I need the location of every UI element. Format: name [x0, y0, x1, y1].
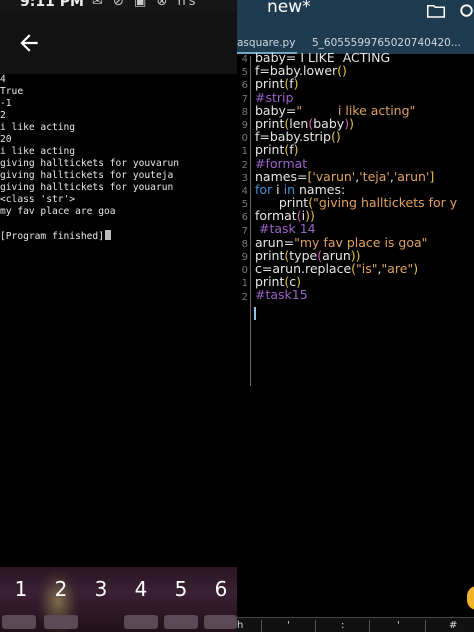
output-console-panel: 9:11 PM ✉ ⊘ ▣ ⊗ ns 4 True -1 2 i like acting…	[0, 0, 237, 632]
app-bar	[0, 12, 237, 74]
line-number: 9	[241, 120, 248, 131]
console-output: 4 True -1 2 i like acting 20 i like acting givi…	[0, 74, 237, 242]
code-line: #task15	[255, 288, 457, 301]
divider	[369, 620, 370, 632]
key-pad[interactable]	[164, 615, 198, 629]
console-line: 20	[0, 134, 12, 145]
number-key-bar: 1 2 3 4 5 6	[0, 567, 237, 632]
key-pad[interactable]	[44, 615, 78, 629]
key-3[interactable]: 3	[86, 577, 116, 601]
line-number: 2	[241, 291, 248, 303]
code-text[interactable]: baby= I LIKE ACTING f=baby.lower() print(f…	[255, 51, 458, 302]
line-number: 2	[241, 159, 248, 171]
tab-file2[interactable]: 5_6055599765020740420...	[312, 37, 461, 49]
code-token: ]	[429, 168, 435, 184]
search-icon[interactable]	[459, 3, 474, 21]
divider	[261, 620, 262, 632]
key-pad[interactable]	[2, 615, 36, 629]
extra-key[interactable]: #	[449, 620, 457, 631]
code-token: ()	[337, 63, 347, 79]
line-number: 8	[241, 238, 248, 250]
extra-key[interactable]: '	[397, 620, 400, 631]
tab-asquare[interactable]: asquare.py	[237, 37, 295, 49]
key-1[interactable]: 1	[6, 577, 36, 601]
line-number: 8	[241, 106, 248, 118]
code-token: "are"	[381, 261, 414, 276]
back-arrow-icon[interactable]	[16, 30, 42, 56]
console-line: giving halltickets for youteja	[0, 170, 174, 181]
console-line: [Program finished]	[0, 230, 237, 242]
console-line: i like acting	[0, 122, 76, 133]
key-6[interactable]: 6	[206, 577, 236, 601]
console-line: giving halltickets for youvarun	[0, 158, 180, 169]
line-number: 4	[241, 54, 248, 65]
console-line: i like acting	[0, 146, 76, 157]
code-token: ()	[330, 129, 341, 145]
extra-keys-bar: h ' : ' #	[237, 617, 474, 632]
status-time: 9:11 PM	[20, 0, 84, 10]
console-line: giving halltickets for youarun	[0, 182, 174, 193]
code-token: "giving halltickets for y	[313, 195, 458, 211]
console-line: <class 'str'>	[0, 194, 76, 205]
file-title: new*	[267, 0, 311, 17]
text-caret	[254, 307, 256, 320]
status-bar: 9:11 PM ✉ ⊘ ▣ ⊗ ns	[0, 0, 237, 12]
line-number: 6	[241, 80, 248, 92]
code-token: )	[293, 76, 299, 92]
line-number: 6	[241, 212, 248, 224]
code-token: 'teja'	[359, 168, 390, 184]
key-2[interactable]: 2	[46, 577, 76, 601]
line-number-gutter: 4567890123456789012	[237, 54, 251, 386]
key-pad[interactable]	[204, 615, 237, 629]
line-number: 1	[241, 278, 248, 290]
line-number: 7	[241, 225, 248, 237]
code-editor-panel: new* asquare.py 5_6055599765020740420...…	[237, 0, 474, 632]
floating-action-button[interactable]	[467, 586, 474, 610]
console-line: my fav place are goa	[0, 206, 116, 217]
code-editor[interactable]: 4567890123456789012 baby= I LIKE ACTING f…	[237, 51, 474, 596]
line-number: 9	[241, 252, 248, 263]
folder-icon[interactable]	[427, 4, 445, 18]
key-4[interactable]: 4	[126, 577, 156, 601]
terminal-cursor	[104, 230, 111, 240]
code-token: #task15	[255, 287, 308, 303]
console-line: 2	[0, 110, 6, 121]
divider	[315, 620, 316, 632]
console-line: True	[0, 86, 24, 97]
console-line: -1	[0, 98, 12, 109]
key-pad[interactable]	[124, 615, 158, 629]
key-5[interactable]: 5	[166, 577, 196, 601]
line-number: 0	[241, 265, 248, 277]
line-number: 1	[241, 146, 248, 158]
code-token: 'arun'	[393, 168, 430, 184]
line-number: 4	[241, 186, 248, 197]
status-icons: ✉ ⊘ ▣ ⊗ ns	[92, 0, 199, 9]
extra-key[interactable]: '	[287, 620, 290, 631]
line-number: 0	[241, 133, 248, 145]
line-number: 7	[241, 93, 248, 105]
code-token: )	[413, 261, 419, 276]
line-number: 5	[241, 199, 248, 211]
extra-key[interactable]: :	[341, 620, 344, 631]
console-line: 4	[0, 74, 6, 85]
divider	[425, 620, 426, 632]
code-token: )	[349, 115, 354, 131]
code-token: "is"	[356, 261, 378, 276]
extra-key[interactable]: h	[237, 620, 243, 631]
editor-toolbar: new*	[237, 0, 474, 34]
line-number: 3	[241, 172, 248, 184]
line-number: 5	[241, 67, 248, 79]
